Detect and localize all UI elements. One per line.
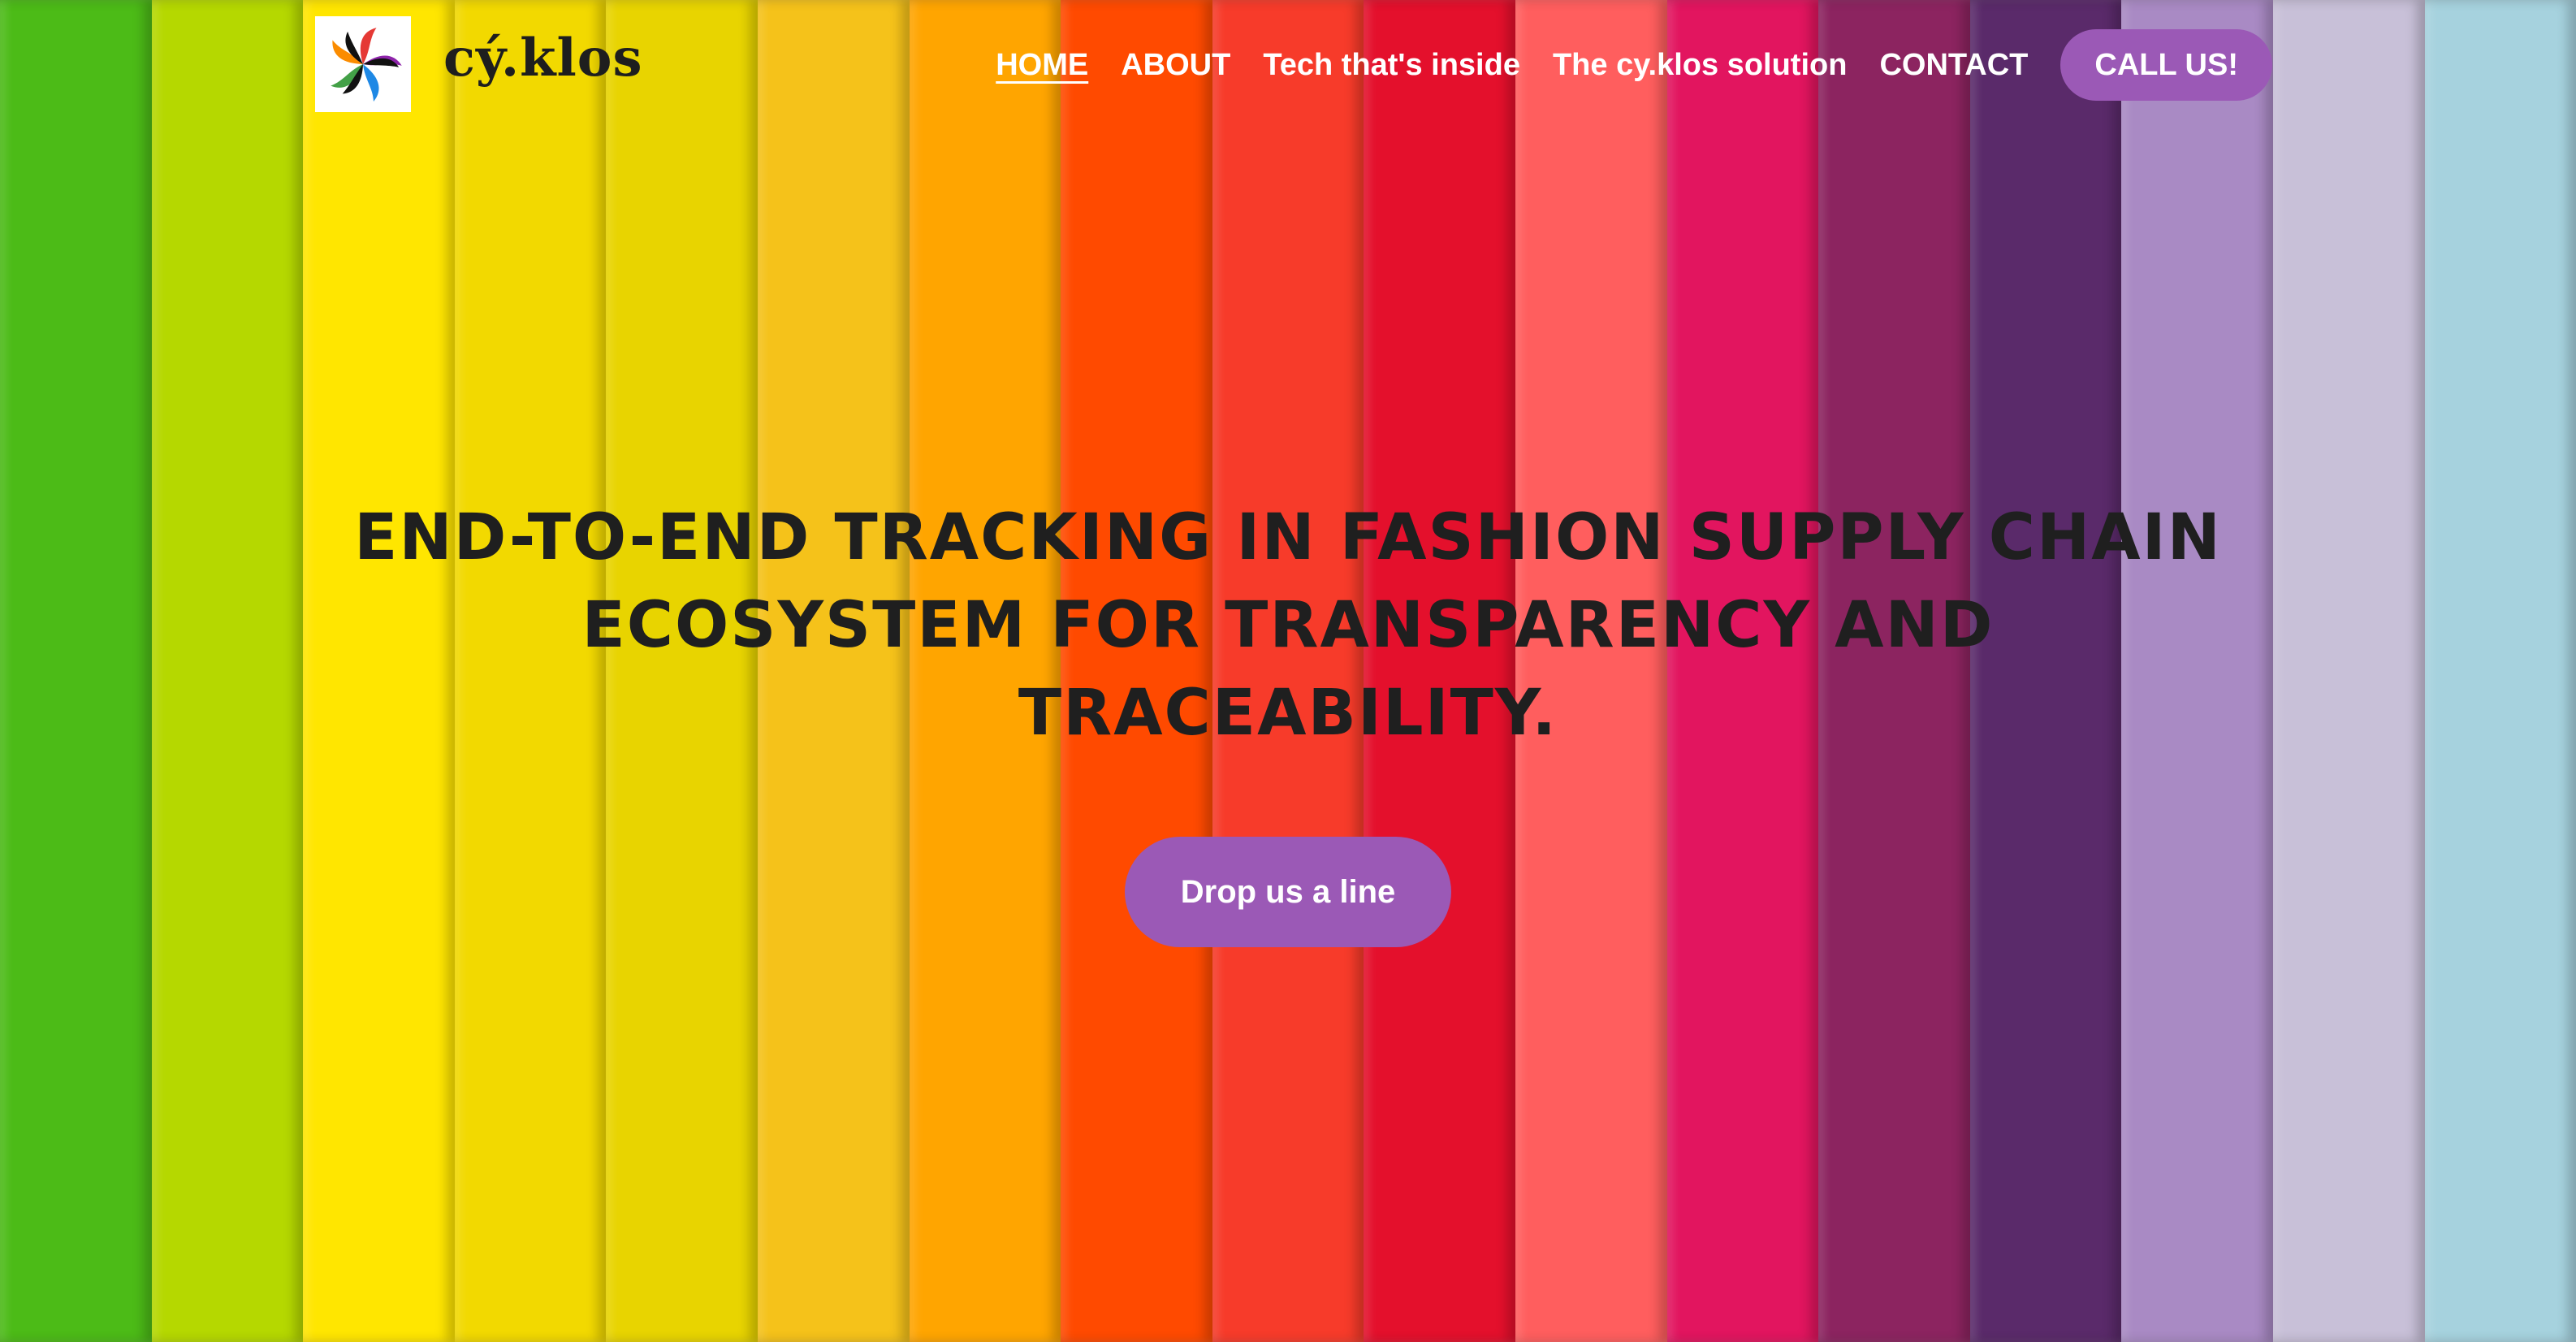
brand-name[interactable]: cý.klos <box>443 28 642 89</box>
main-nav: HOME ABOUT Tech that's inside The cy.klo… <box>996 28 2272 102</box>
nav-item-about[interactable]: ABOUT <box>1121 48 1230 83</box>
nav-item-home[interactable]: HOME <box>996 48 1088 83</box>
nav-item-solution[interactable]: The cy.klos solution <box>1553 48 1847 83</box>
logo-graphic <box>331 28 402 102</box>
drop-us-a-line-button[interactable]: Drop us a line <box>1125 837 1451 947</box>
nav-item-contact[interactable]: CONTACT <box>1879 48 2028 83</box>
call-us-button[interactable]: CALL US! <box>2060 29 2272 101</box>
nav-item-tech[interactable]: Tech that's inside <box>1263 48 1520 83</box>
page: cý.klos HOME ABOUT Tech that's inside Th… <box>0 0 2576 1342</box>
hero-section: END-TO-END TRACKING IN FASHION SUPPLY CH… <box>0 494 2576 947</box>
pinwheel-logo-icon[interactable] <box>315 16 411 112</box>
site-header: cý.klos HOME ABOUT Tech that's inside Th… <box>0 0 2576 130</box>
hero-title: END-TO-END TRACKING IN FASHION SUPPLY CH… <box>354 501 2222 750</box>
